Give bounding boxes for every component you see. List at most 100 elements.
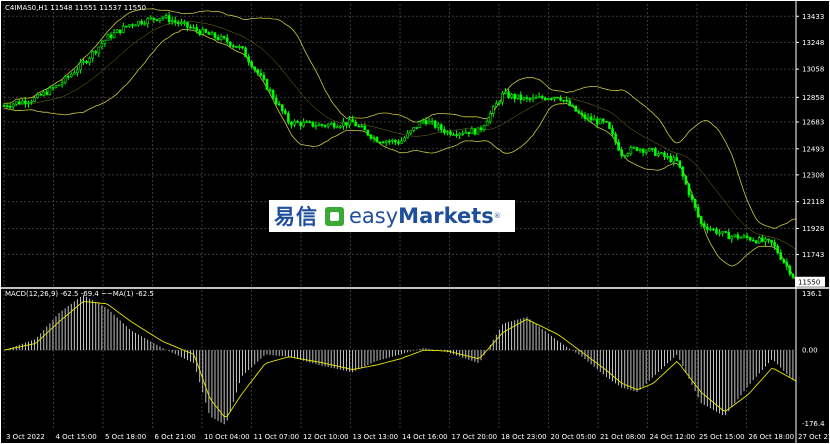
logo-mark-icon [325,206,344,226]
candle-body [550,98,553,100]
candle-body [238,46,241,48]
candle-body [100,43,104,48]
candle-body [265,79,269,90]
candle-body [443,129,446,134]
time-tick-label: 10 Oct 04:00 [204,433,250,441]
candle-body [137,20,140,26]
candle-body [409,130,413,134]
candle-body [559,97,562,101]
candle-body [308,121,312,123]
candle-body [21,100,24,105]
candle-body [287,113,290,123]
candle-body [782,258,786,263]
logo-chinese-text: 易信 [274,205,318,229]
candle-body [314,125,318,128]
candle-body [681,166,685,177]
candle-body [504,91,507,94]
candle-body [342,121,345,127]
candle-body [91,51,94,59]
time-tick-label: 20 Oct 05:00 [551,433,597,441]
candle-body [537,96,541,98]
candle-body [764,238,767,242]
candle-body [210,32,214,35]
candle-body [115,29,119,33]
candle-body [357,125,361,128]
candle-body [11,103,15,108]
candle-body [464,131,468,134]
main-grid [3,4,797,286]
candle-body [461,132,464,135]
candle-body [54,85,58,88]
candle-body [540,96,544,99]
candle-body [354,121,357,127]
macd-axis: 136.1 0.00 -176.4 [802,290,825,428]
candle-body [675,157,679,161]
candle-body [522,97,526,100]
candle-body [583,114,587,119]
candle-body [106,34,110,41]
price-tick-label: 12858 [802,94,824,102]
candle-body [482,125,486,131]
candle-body [577,110,581,114]
candle-body [510,94,513,98]
candle-body [186,22,189,28]
price-tick-label: 12308 [802,171,824,179]
candle-body [709,228,712,231]
candle-body [666,155,669,158]
candle-body [207,32,211,35]
time-tick-label: 17 Oct 20:00 [452,433,498,441]
last-price: 11550 [798,278,820,286]
candle-body [155,19,159,21]
candle-body [418,121,422,128]
candle-body [161,17,165,19]
candle-body [635,147,639,151]
time-tick-label: 5 Oct 18:00 [105,433,146,441]
candle-body [348,119,351,126]
candle-body [244,47,247,58]
candle-body [167,15,171,23]
candle-body [678,160,682,168]
candle-body [228,41,232,47]
candle-body [69,73,73,77]
candle-body [241,46,244,49]
candle-body [112,32,116,38]
candle-body [534,97,538,99]
candle-body [369,134,373,139]
candle-body [323,125,327,127]
candle-body [158,18,162,21]
candle-body [754,240,758,244]
candle-body [785,262,789,267]
time-tick-label: 12 Oct 10:00 [303,433,349,441]
candle-body [718,232,721,235]
candle-body [446,131,449,134]
candle-body [663,152,666,157]
macd-header: MACD(12,26,9) -62.5 -69.4 ~~MA(1) -62.5 [5,290,154,298]
candle-body [2,105,6,107]
candle-body [403,137,406,142]
candle-body [372,137,376,139]
candle-body [702,223,706,228]
time-axis: 3 Oct 2022 4 Oct 15:00 5 Oct 18:00 6 Oct 21… [6,433,830,441]
candle-body [430,120,434,123]
candle-body [60,82,64,86]
candle-body [449,131,452,136]
candle-body [336,126,339,129]
price-tick-label: 12683 [802,119,824,127]
candle-body [384,140,388,143]
candle-body [605,120,608,123]
chart-header: C4IMAS0,H1 11548 11551 11537 11550 [5,4,146,12]
candle-body [565,99,568,102]
price-tick-label: 12118 [802,198,824,206]
candle-body [381,141,385,144]
candle-body [76,69,79,74]
price-axis: 13433 13248 13058 12858 12683 12493 12308 12118… [796,13,824,259]
candle-body [696,207,700,217]
price-tag: 11550 [795,276,825,287]
candle-body [268,89,272,91]
candle-body [305,121,309,123]
candle-body [669,155,672,163]
candle-body [626,153,630,156]
candle-body [617,141,620,151]
candle-body [525,97,529,99]
candle-body [17,101,21,105]
